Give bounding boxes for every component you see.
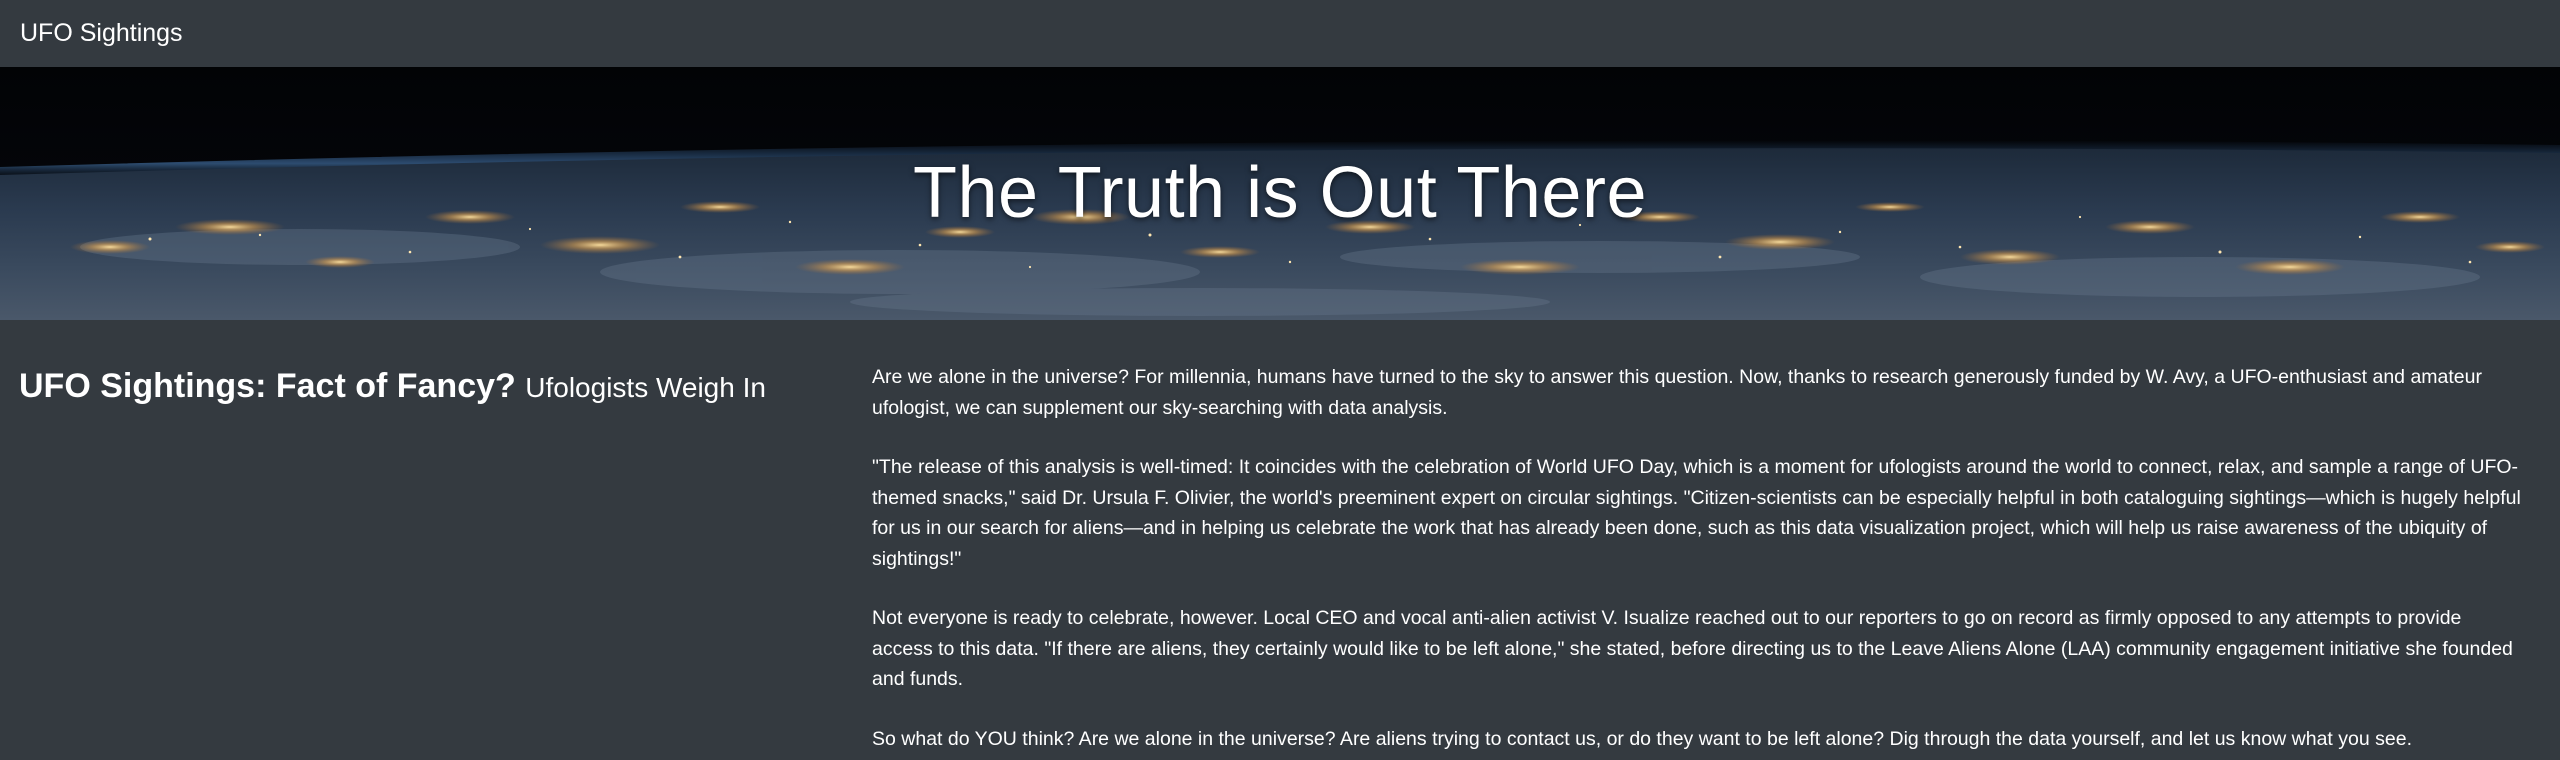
article-heading-column: UFO Sightings: Fact of Fancy? Ufologists… <box>19 362 839 412</box>
article-paragraph: "The release of this analysis is well-ti… <box>872 456 2521 570</box>
hero-title: The Truth is Out There <box>913 153 1647 233</box>
article-body: Are we alone in the universe? For millen… <box>872 362 2522 760</box>
hero-banner: The Truth is Out There <box>0 67 2560 320</box>
article-title: UFO Sightings: Fact of Fancy? <box>19 367 516 405</box>
article-paragraph: So what do YOU think? Are we alone in th… <box>872 727 2412 750</box>
article-heading: UFO Sightings: Fact of Fancy? Ufologists… <box>19 362 839 412</box>
navbar: UFO Sightings <box>0 0 2560 66</box>
navbar-brand-link[interactable]: UFO Sightings <box>20 17 183 49</box>
article-paragraph: Are we alone in the universe? For millen… <box>872 366 2482 419</box>
article-paragraph: Not everyone is ready to celebrate, howe… <box>872 607 2513 690</box>
article-subtitle: Ufologists Weigh In <box>525 372 766 403</box>
